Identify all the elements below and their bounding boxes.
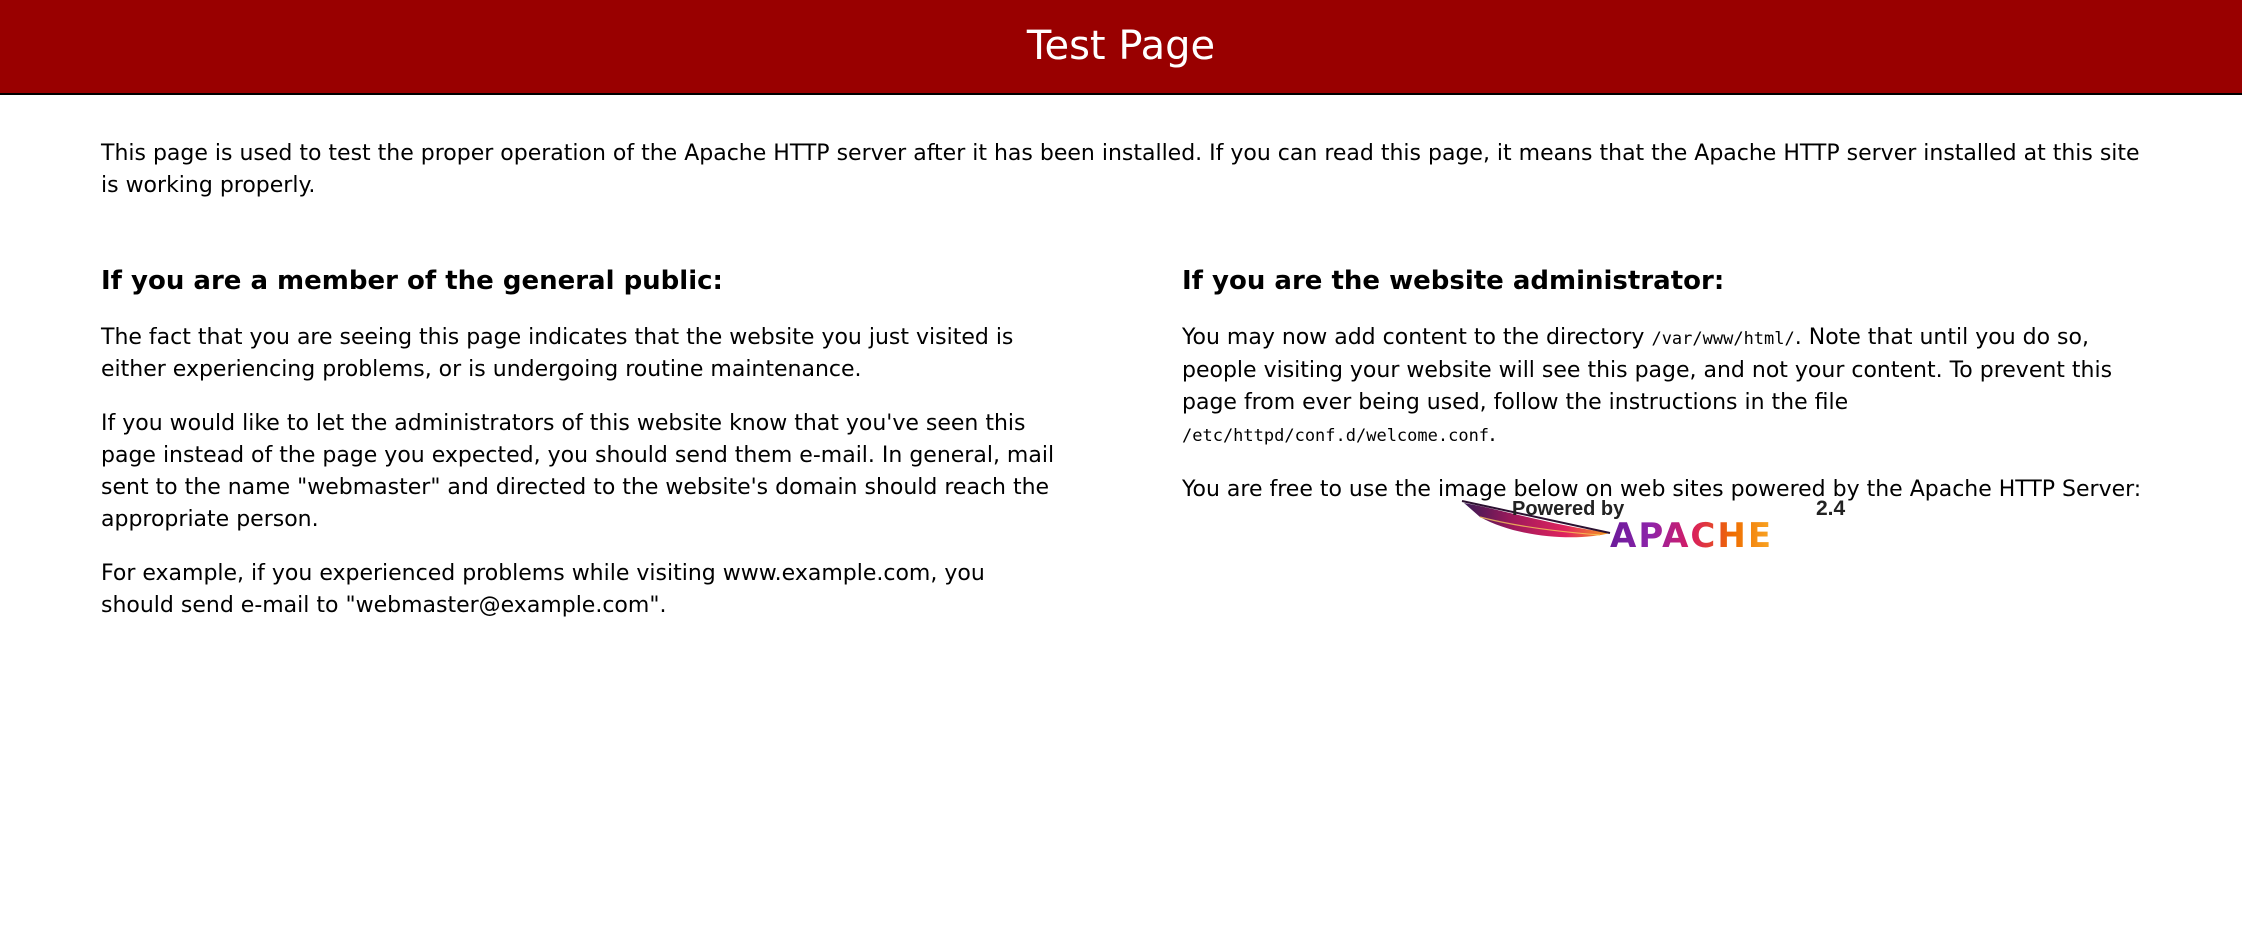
page-header: Test Page [0,0,2242,95]
apache-version-label: 2.4 [1816,497,1846,520]
powered-by-label: Powered by [1512,498,1625,520]
general-public-section: If you are a member of the general publi… [101,262,1061,644]
admin-paragraph-1: You may now add content to the directory… [1182,322,2142,452]
powered-by-apache-badge: Powered by 2.4 APACHE [1460,495,1860,556]
apache-badge-graphic: Powered by 2.4 APACHE [1461,497,1846,556]
general-public-paragraph-1: The fact that you are seeing this page i… [101,325,1014,382]
general-public-heading: If you are a member of the general publi… [101,266,723,296]
apache-wordmark: APACHE [1610,516,1773,555]
config-file-path: /etc/httpd/conf.d/welcome.conf [1182,426,1490,446]
intro-text: This page is used to test the proper ope… [101,141,2140,198]
admin-section: If you are the website administrator: Yo… [1182,262,2142,528]
admin-text-3: . [1489,422,1497,447]
admin-heading: If you are the website administrator: [1182,266,1725,296]
page-title: Test Page [1026,23,1216,69]
directory-path: /var/www/html/ [1651,329,1795,349]
general-public-paragraph-2: If you would like to let the administrat… [101,411,1055,532]
general-public-paragraph-3: For example, if you experienced problems… [101,561,985,618]
admin-text-1: You may now add content to the directory [1182,325,1652,350]
